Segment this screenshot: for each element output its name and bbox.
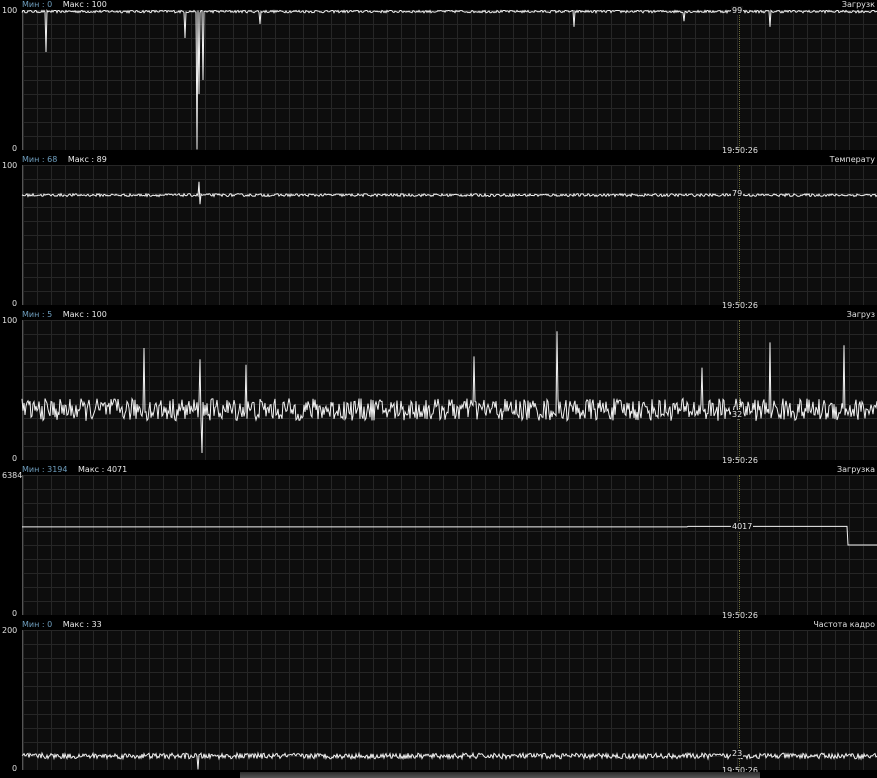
current-value: 32 xyxy=(731,410,744,420)
graph-panel-load-3[interactable]: Мин : 3194 Макс : 4071 Загрузка 6384 0 4… xyxy=(0,465,877,620)
y-axis-max: 6384 xyxy=(2,471,23,480)
panel-header: Мин : 68 Макс : 89 xyxy=(22,155,107,165)
panel-title: Частота кадро xyxy=(813,620,875,629)
panel-header: Мин : 5 Макс : 100 xyxy=(22,310,107,320)
graph-panel-load-2[interactable]: Мин : 5 Макс : 100 Загруз 100 0 32 19:50… xyxy=(0,310,877,465)
current-value: 23 xyxy=(731,748,744,758)
graph-line xyxy=(21,181,877,205)
cursor-line xyxy=(739,165,740,305)
cursor-line xyxy=(739,475,740,615)
graph-panel-framerate[interactable]: Мин : 0 Макс : 33 Частота кадро 200 0 23… xyxy=(0,620,877,775)
graph-line xyxy=(22,525,877,546)
min-label: Мин : 5 xyxy=(22,310,53,319)
current-value: 4017 xyxy=(731,521,754,531)
graph-line xyxy=(21,751,877,770)
timestamp: 19:50:26 xyxy=(722,301,758,310)
current-value: 79 xyxy=(731,189,744,199)
panel-header: Мин : 0 Макс : 100 xyxy=(22,0,107,10)
min-label: Мин : 68 xyxy=(22,155,58,164)
timestamp: 19:50:26 xyxy=(722,146,758,155)
min-label: Мин : 0 xyxy=(22,620,53,629)
min-label: Мин : 3194 xyxy=(22,465,68,474)
panel-header: Мин : 0 Макс : 33 xyxy=(22,620,102,630)
graph-line xyxy=(21,331,877,454)
max-label: Макс : 4071 xyxy=(78,465,128,474)
panel-title: Температу xyxy=(829,155,875,164)
timestamp: 19:50:26 xyxy=(722,456,758,465)
max-label: Макс : 89 xyxy=(67,155,107,164)
graph-panel-load-1[interactable]: Мин : 0 Макс : 100 Загрузк 100 0 99 19:5… xyxy=(0,0,877,155)
min-label: Мин : 0 xyxy=(22,0,53,9)
panel-header: Мин : 3194 Макс : 4071 xyxy=(22,465,127,475)
current-value: 99 xyxy=(731,6,744,16)
cursor-line xyxy=(739,10,740,150)
y-axis-max: 100 xyxy=(2,6,18,15)
max-label: Макс : 100 xyxy=(62,0,107,9)
timestamp: 19:50:26 xyxy=(722,611,758,620)
panel-title: Загрузк xyxy=(841,0,875,9)
window-bottom-edge xyxy=(240,772,760,778)
graph-panel-temperature[interactable]: Мин : 68 Макс : 89 Температу 100 0 79 19… xyxy=(0,155,877,310)
panel-title: Загрузка xyxy=(836,465,875,474)
y-axis-max: 200 xyxy=(2,626,18,635)
y-axis-max: 100 xyxy=(2,316,18,325)
max-label: Макс : 100 xyxy=(62,310,107,319)
y-axis-max: 100 xyxy=(2,161,18,170)
hardware-monitor-graphs: Мин : 0 Макс : 100 Загрузк 100 0 99 19:5… xyxy=(0,0,877,778)
graph-line xyxy=(21,8,877,150)
max-label: Макс : 33 xyxy=(62,620,102,629)
cursor-line xyxy=(739,320,740,460)
panel-title: Загруз xyxy=(846,310,875,319)
